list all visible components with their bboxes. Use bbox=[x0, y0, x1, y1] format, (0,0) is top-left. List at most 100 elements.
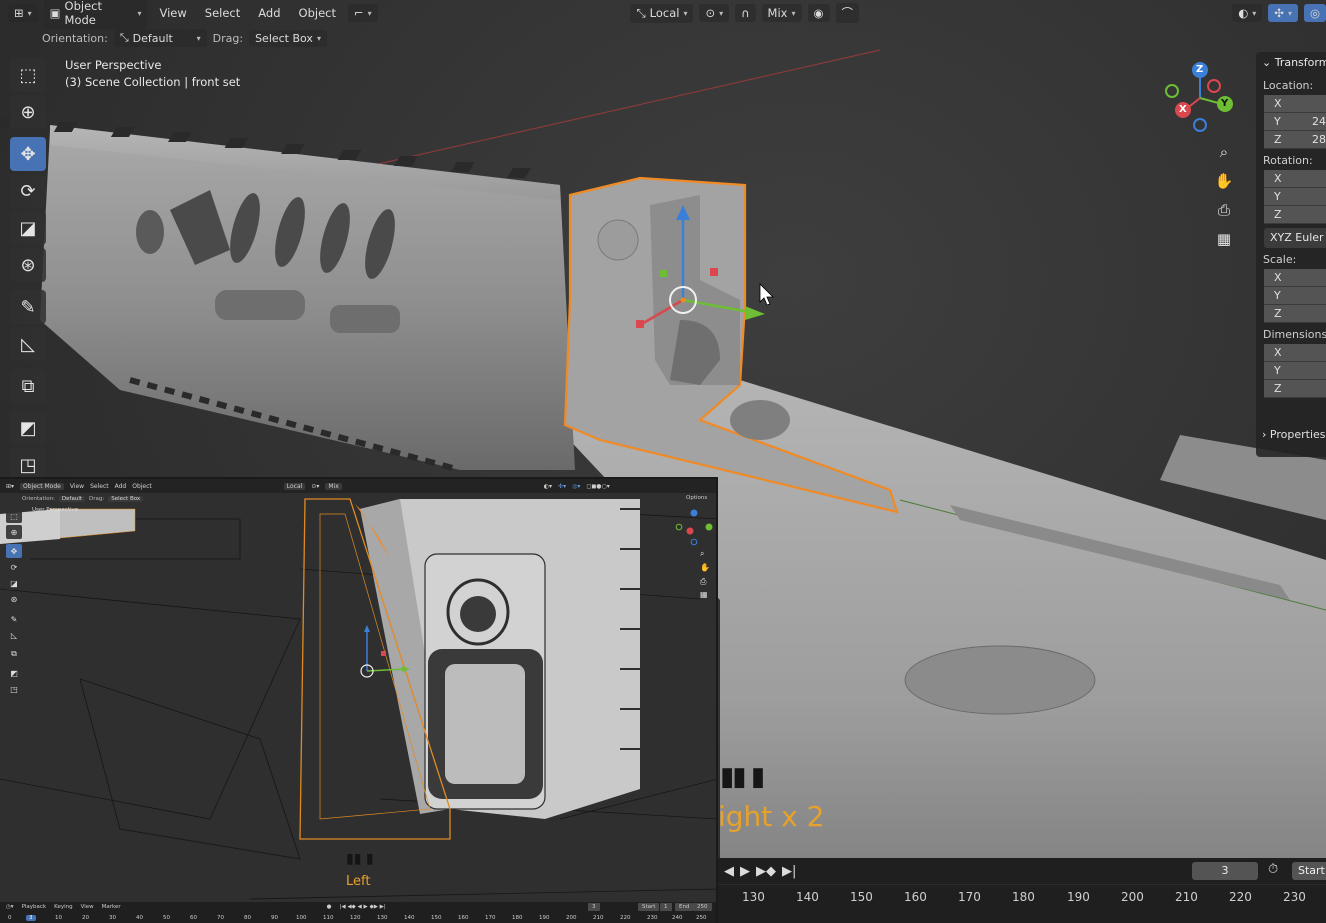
proportional-edit-toggle[interactable]: ◉ bbox=[807, 4, 830, 22]
inset-select-tool[interactable]: ⬚ bbox=[6, 509, 22, 523]
inset-annotate-tool[interactable]: ✎ bbox=[6, 612, 22, 626]
jump-keyframe-button[interactable]: ▶◆ bbox=[756, 864, 776, 879]
inset-grid-icon[interactable]: ▦ bbox=[700, 590, 708, 599]
scale-tool[interactable]: ◪ bbox=[10, 211, 46, 245]
overlay-toggle[interactable]: ◎ bbox=[1303, 4, 1326, 22]
location-x-field[interactable]: X bbox=[1264, 95, 1326, 113]
inset-timeline-ruler[interactable]: 3 0 10 20 30 40 50 60 70 80 90 100 110 1… bbox=[0, 912, 716, 923]
nav-gizmo-y-label[interactable]: Y bbox=[1221, 98, 1228, 109]
inset-eye-icon[interactable]: ◐▾ bbox=[544, 483, 552, 490]
transform-panel-header[interactable]: ⌄ Transform bbox=[1256, 52, 1326, 74]
play-button[interactable]: ▶ bbox=[740, 864, 750, 879]
pan-view-button[interactable]: ✋ bbox=[1210, 167, 1238, 195]
inset-pivot-icon[interactable]: ⊙▾ bbox=[311, 483, 319, 490]
inset-mode-select[interactable]: Object Mode bbox=[20, 482, 64, 490]
mode-select[interactable]: ▣ Object Mode ▾ bbox=[43, 0, 148, 29]
inset-playback-menu[interactable]: Playback bbox=[22, 904, 47, 910]
transform-tool[interactable]: ⊛ bbox=[10, 248, 46, 282]
location-z-field[interactable]: Z 28 bbox=[1264, 131, 1326, 149]
gizmo-toggle[interactable]: ✣ ▾ bbox=[1268, 4, 1298, 22]
editor-type-button[interactable]: ⊞ ▾ bbox=[8, 4, 38, 22]
location-y-field[interactable]: Y 24 bbox=[1264, 113, 1326, 131]
inset-playback-buttons[interactable]: |◀ ◀◆ ◀ ▶ ◆▶ ▶| bbox=[339, 904, 385, 910]
inset-viewport[interactable]: ⊞▾ Object Mode View Select Add Object Lo… bbox=[0, 477, 718, 923]
inset-gizmo-icon[interactable]: ✣▾ bbox=[558, 483, 566, 490]
inset-shading-icons[interactable]: ◻◼●○▾ bbox=[586, 483, 609, 490]
inset-scale-tool[interactable]: ◪ bbox=[6, 576, 22, 590]
measure-tool[interactable]: ◺ bbox=[10, 327, 46, 361]
dimensions-x-field[interactable]: X bbox=[1264, 344, 1326, 362]
nav-gizmo-x-label[interactable]: X bbox=[1179, 104, 1187, 115]
inset-hand-icon[interactable]: ✋ bbox=[700, 563, 710, 572]
inset-menu-select[interactable]: Select bbox=[90, 483, 109, 490]
menu-view[interactable]: View bbox=[153, 4, 192, 22]
menu-object[interactable]: Object bbox=[293, 4, 342, 22]
inset-end-value[interactable]: 250 bbox=[693, 903, 712, 911]
inset-add-cube-tool[interactable]: ⧉ bbox=[6, 647, 22, 661]
ortho-toggle-button[interactable]: ▦ bbox=[1210, 225, 1238, 253]
proportional-select[interactable]: Mix ▾ bbox=[761, 4, 802, 22]
rotate-tool[interactable]: ⟳ bbox=[10, 174, 46, 208]
inset-cursor-tool[interactable]: ⊕ bbox=[6, 525, 22, 539]
rotation-mode-select[interactable]: XYZ Euler bbox=[1264, 228, 1326, 248]
orientation-default-select[interactable]: ⤡ Default ▾ bbox=[113, 29, 207, 47]
inset-rotate-tool[interactable]: ⟳ bbox=[6, 560, 22, 574]
inset-camera-icon[interactable]: ⎙ bbox=[700, 577, 706, 587]
inset-extra-tool-1[interactable]: ◩ bbox=[6, 666, 22, 680]
play-reverse-button[interactable]: ◀ bbox=[724, 864, 734, 879]
inset-keying-menu[interactable]: Keying bbox=[54, 904, 72, 910]
inset-drag-select[interactable]: Select Box bbox=[108, 495, 144, 502]
annotate-tool[interactable]: ✎ bbox=[10, 290, 46, 324]
zoom-view-button[interactable]: ⌕ bbox=[1210, 138, 1238, 166]
falloff-select[interactable]: ⌒ bbox=[835, 3, 860, 23]
menu-select[interactable]: Select bbox=[199, 4, 246, 22]
add-cube-tool[interactable]: ⧉ bbox=[10, 369, 46, 403]
camera-view-button[interactable]: ⎙ bbox=[1210, 196, 1238, 224]
inset-current-frame[interactable]: 3 bbox=[588, 903, 600, 911]
snap-toggle[interactable]: ∩ bbox=[735, 4, 756, 22]
scale-z-field[interactable]: Z bbox=[1264, 305, 1326, 323]
inset-menu-object[interactable]: Object bbox=[132, 483, 152, 490]
inset-start-value[interactable]: 1 bbox=[660, 903, 672, 911]
drag-select[interactable]: Select Box ▾ bbox=[249, 29, 327, 47]
stopwatch-icon[interactable]: ⏱ bbox=[1268, 862, 1278, 877]
timeline-ruler[interactable]: 130 140 150 160 170 180 190 200 210 220 … bbox=[718, 884, 1326, 910]
pivot-select[interactable]: ⊙ ▾ bbox=[699, 4, 730, 22]
inset-orientation-default[interactable]: Default bbox=[58, 495, 86, 502]
visibility-select[interactable]: ◐ ▾ bbox=[1232, 4, 1263, 22]
menu-add[interactable]: Add bbox=[252, 4, 286, 22]
inset-orientation-select[interactable]: Local bbox=[283, 482, 306, 490]
inset-measure-tool[interactable]: ◺ bbox=[6, 628, 22, 642]
scale-x-field[interactable]: X bbox=[1264, 269, 1326, 287]
inset-options-button[interactable]: Options bbox=[686, 495, 707, 501]
cursor-tool[interactable]: ⊕ bbox=[10, 95, 46, 129]
dimensions-z-field[interactable]: Z bbox=[1264, 380, 1326, 398]
inset-editor-type-icon[interactable]: ⊞▾ bbox=[6, 483, 14, 490]
inset-view-menu[interactable]: View bbox=[81, 904, 94, 910]
inset-proportional-select[interactable]: Mix bbox=[325, 482, 342, 490]
start-frame-field[interactable]: Start bbox=[1292, 862, 1326, 880]
inset-playhead[interactable]: 3 bbox=[26, 915, 36, 921]
properties-panel-header[interactable]: › Properties bbox=[1256, 428, 1326, 441]
inset-marker-menu[interactable]: Marker bbox=[102, 904, 121, 910]
inset-zoom-icon[interactable]: ⌕ bbox=[700, 549, 704, 559]
jump-end-button[interactable]: ▶| bbox=[782, 864, 796, 879]
shading-options-button[interactable]: ⌐ ▾ bbox=[348, 4, 378, 22]
inset-menu-view[interactable]: View bbox=[70, 483, 84, 490]
rotation-z-field[interactable]: Z bbox=[1264, 206, 1326, 224]
inset-overlay-icon[interactable]: ◎▾ bbox=[572, 483, 580, 490]
nav-gizmo-z-label[interactable]: Z bbox=[1196, 64, 1203, 75]
select-box-tool[interactable]: ⬚ bbox=[10, 58, 46, 92]
inset-extra-tool-2[interactable]: ◳ bbox=[6, 682, 22, 696]
scale-y-field[interactable]: Y bbox=[1264, 287, 1326, 305]
inset-record-button[interactable]: ● bbox=[327, 904, 332, 910]
transform-orientation-select[interactable]: ⤡ Local ▾ bbox=[630, 3, 694, 23]
move-tool[interactable]: ✥ bbox=[10, 137, 46, 171]
dimensions-y-field[interactable]: Y bbox=[1264, 362, 1326, 380]
current-frame-field[interactable]: 3 bbox=[1192, 862, 1258, 880]
inset-move-tool[interactable]: ✥ bbox=[6, 544, 22, 558]
rotation-y-field[interactable]: Y bbox=[1264, 188, 1326, 206]
rotation-x-field[interactable]: X bbox=[1264, 170, 1326, 188]
extra-tool-1[interactable]: ◩ bbox=[10, 411, 46, 445]
inset-menu-add[interactable]: Add bbox=[115, 483, 127, 490]
